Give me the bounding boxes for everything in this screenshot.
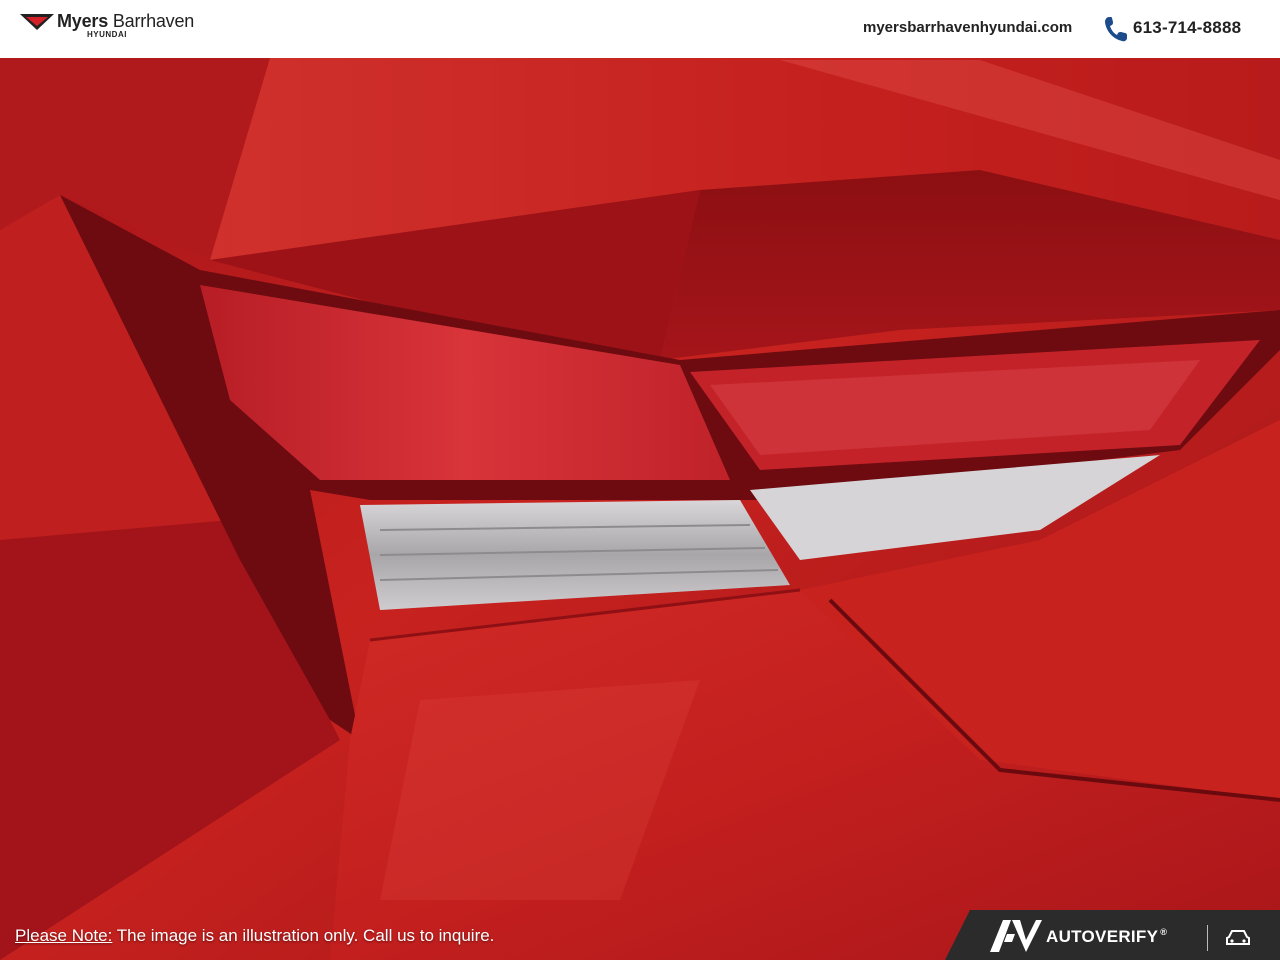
brand-name-bold: Myers bbox=[57, 11, 109, 31]
brand-sub: HYUNDAI bbox=[87, 30, 127, 39]
dealer-logo-text: Myers Barrhaven HYUNDAI bbox=[57, 12, 194, 39]
website-link[interactable]: myersbarrhavenhyundai.com bbox=[863, 19, 1072, 36]
autoverify-logo-icon bbox=[990, 920, 1042, 952]
site-header: Myers Barrhaven HYUNDAI myersbarrhavenhy… bbox=[0, 0, 1280, 59]
dealer-logo[interactable]: Myers Barrhaven HYUNDAI bbox=[20, 12, 194, 46]
disclaimer-label[interactable]: Please Note: bbox=[15, 926, 112, 945]
autoverify-label: AUTOVERIFY ® bbox=[1046, 927, 1167, 947]
disclaimer-note: Please Note: The image is an illustratio… bbox=[15, 926, 494, 946]
myers-logo-icon bbox=[20, 14, 54, 30]
registered-mark: ® bbox=[1160, 927, 1168, 937]
disclaimer-text: The image is an illustration only. Call … bbox=[112, 926, 495, 945]
autoverify-text: AUTOVERIFY bbox=[1046, 927, 1159, 946]
phone-icon bbox=[1105, 17, 1127, 42]
brand-name-light: Barrhaven bbox=[112, 11, 195, 31]
phone-number[interactable]: 613-714-8888 bbox=[1133, 18, 1241, 38]
car-taillight-photo bbox=[0, 58, 1280, 960]
car-icon bbox=[1226, 930, 1250, 945]
badge-divider bbox=[1207, 925, 1208, 951]
